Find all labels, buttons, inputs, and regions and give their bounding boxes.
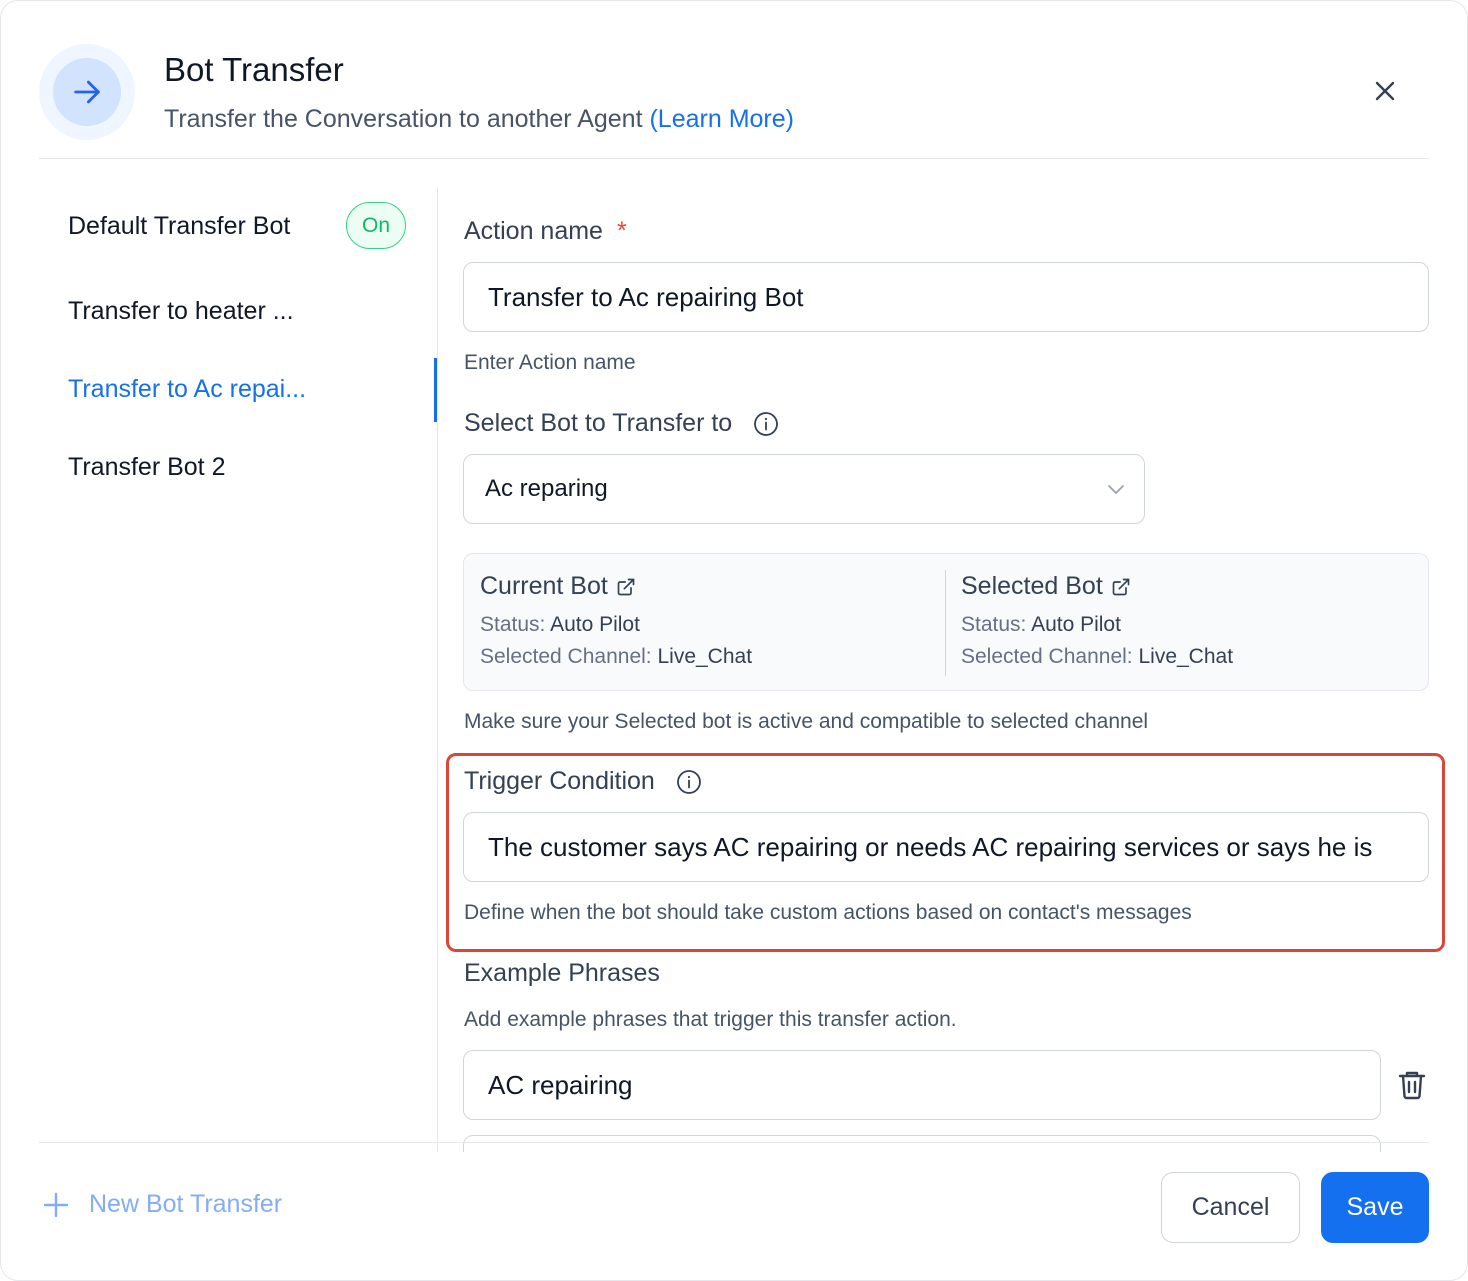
bot-info-panel: Current Bot Status: Auto Pilot Selected … [463, 553, 1429, 691]
status-label: Status: [480, 613, 546, 636]
trash-icon [1398, 1071, 1426, 1100]
close-button[interactable] [1367, 73, 1403, 109]
current-bot-title[interactable]: Current Bot [480, 572, 752, 601]
sidebar-item-transfer-to-heater[interactable]: Transfer to heater ... [68, 297, 294, 326]
action-name-label: Action name * [464, 217, 627, 246]
info-icon[interactable] [676, 769, 702, 795]
plus-icon [43, 1192, 69, 1217]
example-phrase-input[interactable]: AC repairing [463, 1050, 1381, 1120]
header-icon-badge [39, 44, 135, 140]
status-label: Status: [961, 613, 1027, 636]
trigger-condition-hint: Define when the bot should take custom a… [464, 901, 1192, 924]
bot-compat-note: Make sure your Selected bot is active an… [464, 710, 1149, 733]
status-value: Auto Pilot [550, 613, 640, 636]
selected-bot-title-text: Selected Bot [961, 572, 1103, 600]
select-bot-label-text: Select Bot to Transfer to [464, 409, 733, 437]
channel-label: Selected Channel: [480, 645, 652, 668]
external-link-icon [1112, 578, 1130, 595]
action-name-hint: Enter Action name [464, 351, 636, 374]
current-bot-info: Current Bot Status: Auto Pilot Selected … [480, 572, 752, 669]
sidebar-item-default-transfer-bot[interactable]: Default Transfer Bot [68, 212, 290, 241]
bot-panel-divider [945, 570, 946, 676]
new-bot-transfer-button[interactable]: New Bot Transfer [43, 1190, 282, 1219]
channel-value: Live_Chat [1138, 645, 1234, 668]
example-phrase-input-next[interactable] [463, 1135, 1381, 1152]
sidebar-divider [437, 187, 438, 1152]
sidebar-item-transfer-bot-2[interactable]: Transfer Bot 2 [68, 453, 225, 482]
info-icon[interactable] [753, 411, 779, 437]
status-value: Auto Pilot [1031, 613, 1121, 636]
modal-subtitle: Transfer the Conversation to another Age… [164, 105, 794, 134]
example-phrases-label: Example Phrases [464, 959, 660, 987]
default-bot-toggle[interactable]: On [346, 202, 406, 249]
save-button[interactable]: Save [1321, 1172, 1429, 1243]
select-bot-dropdown[interactable]: Ac reparing [463, 454, 1145, 524]
chevron-down-icon [1108, 485, 1124, 494]
trigger-condition-label-text: Trigger Condition [464, 767, 655, 795]
sidebar-item-transfer-to-ac[interactable]: Transfer to Ac repai... [68, 375, 306, 404]
modal-title: Bot Transfer [164, 51, 344, 88]
learn-more-link[interactable]: (Learn More) [649, 105, 794, 133]
close-icon [1375, 81, 1395, 101]
channel-value: Live_Chat [657, 645, 753, 668]
external-link-icon [617, 578, 635, 595]
action-name-input[interactable]: Transfer to Ac repairing Bot [463, 262, 1429, 332]
selected-bot-title[interactable]: Selected Bot [961, 572, 1233, 601]
select-bot-label: Select Bot to Transfer to [464, 409, 779, 438]
selected-bot-info: Selected Bot Status: Auto Pilot Selected… [961, 572, 1233, 669]
channel-label: Selected Channel: [961, 645, 1133, 668]
selected-bot-status: Status: Auto Pilot [961, 613, 1233, 637]
footer-divider [39, 1142, 1429, 1143]
required-asterisk: * [616, 217, 627, 245]
header-divider [39, 158, 1429, 159]
selected-bot-channel: Selected Channel: Live_Chat [961, 645, 1233, 669]
cancel-button[interactable]: Cancel [1161, 1172, 1300, 1243]
action-name-label-text: Action name [464, 217, 603, 245]
current-bot-status: Status: Auto Pilot [480, 613, 752, 637]
example-phrases-hint: Add example phrases that trigger this tr… [464, 1008, 957, 1031]
trigger-condition-label: Trigger Condition [464, 767, 702, 796]
bot-transfer-modal: Bot Transfer Transfer the Conversation t… [0, 0, 1468, 1281]
select-bot-value: Ac reparing [485, 475, 608, 502]
trigger-condition-input[interactable]: The customer says AC repairing or needs … [463, 812, 1429, 882]
delete-phrase-button[interactable] [1394, 1067, 1430, 1103]
arrow-right-icon [74, 80, 100, 104]
current-bot-channel: Selected Channel: Live_Chat [480, 645, 752, 669]
current-bot-title-text: Current Bot [480, 572, 608, 600]
subtitle-text: Transfer the Conversation to another Age… [164, 105, 643, 133]
new-bot-transfer-label: New Bot Transfer [89, 1190, 283, 1218]
